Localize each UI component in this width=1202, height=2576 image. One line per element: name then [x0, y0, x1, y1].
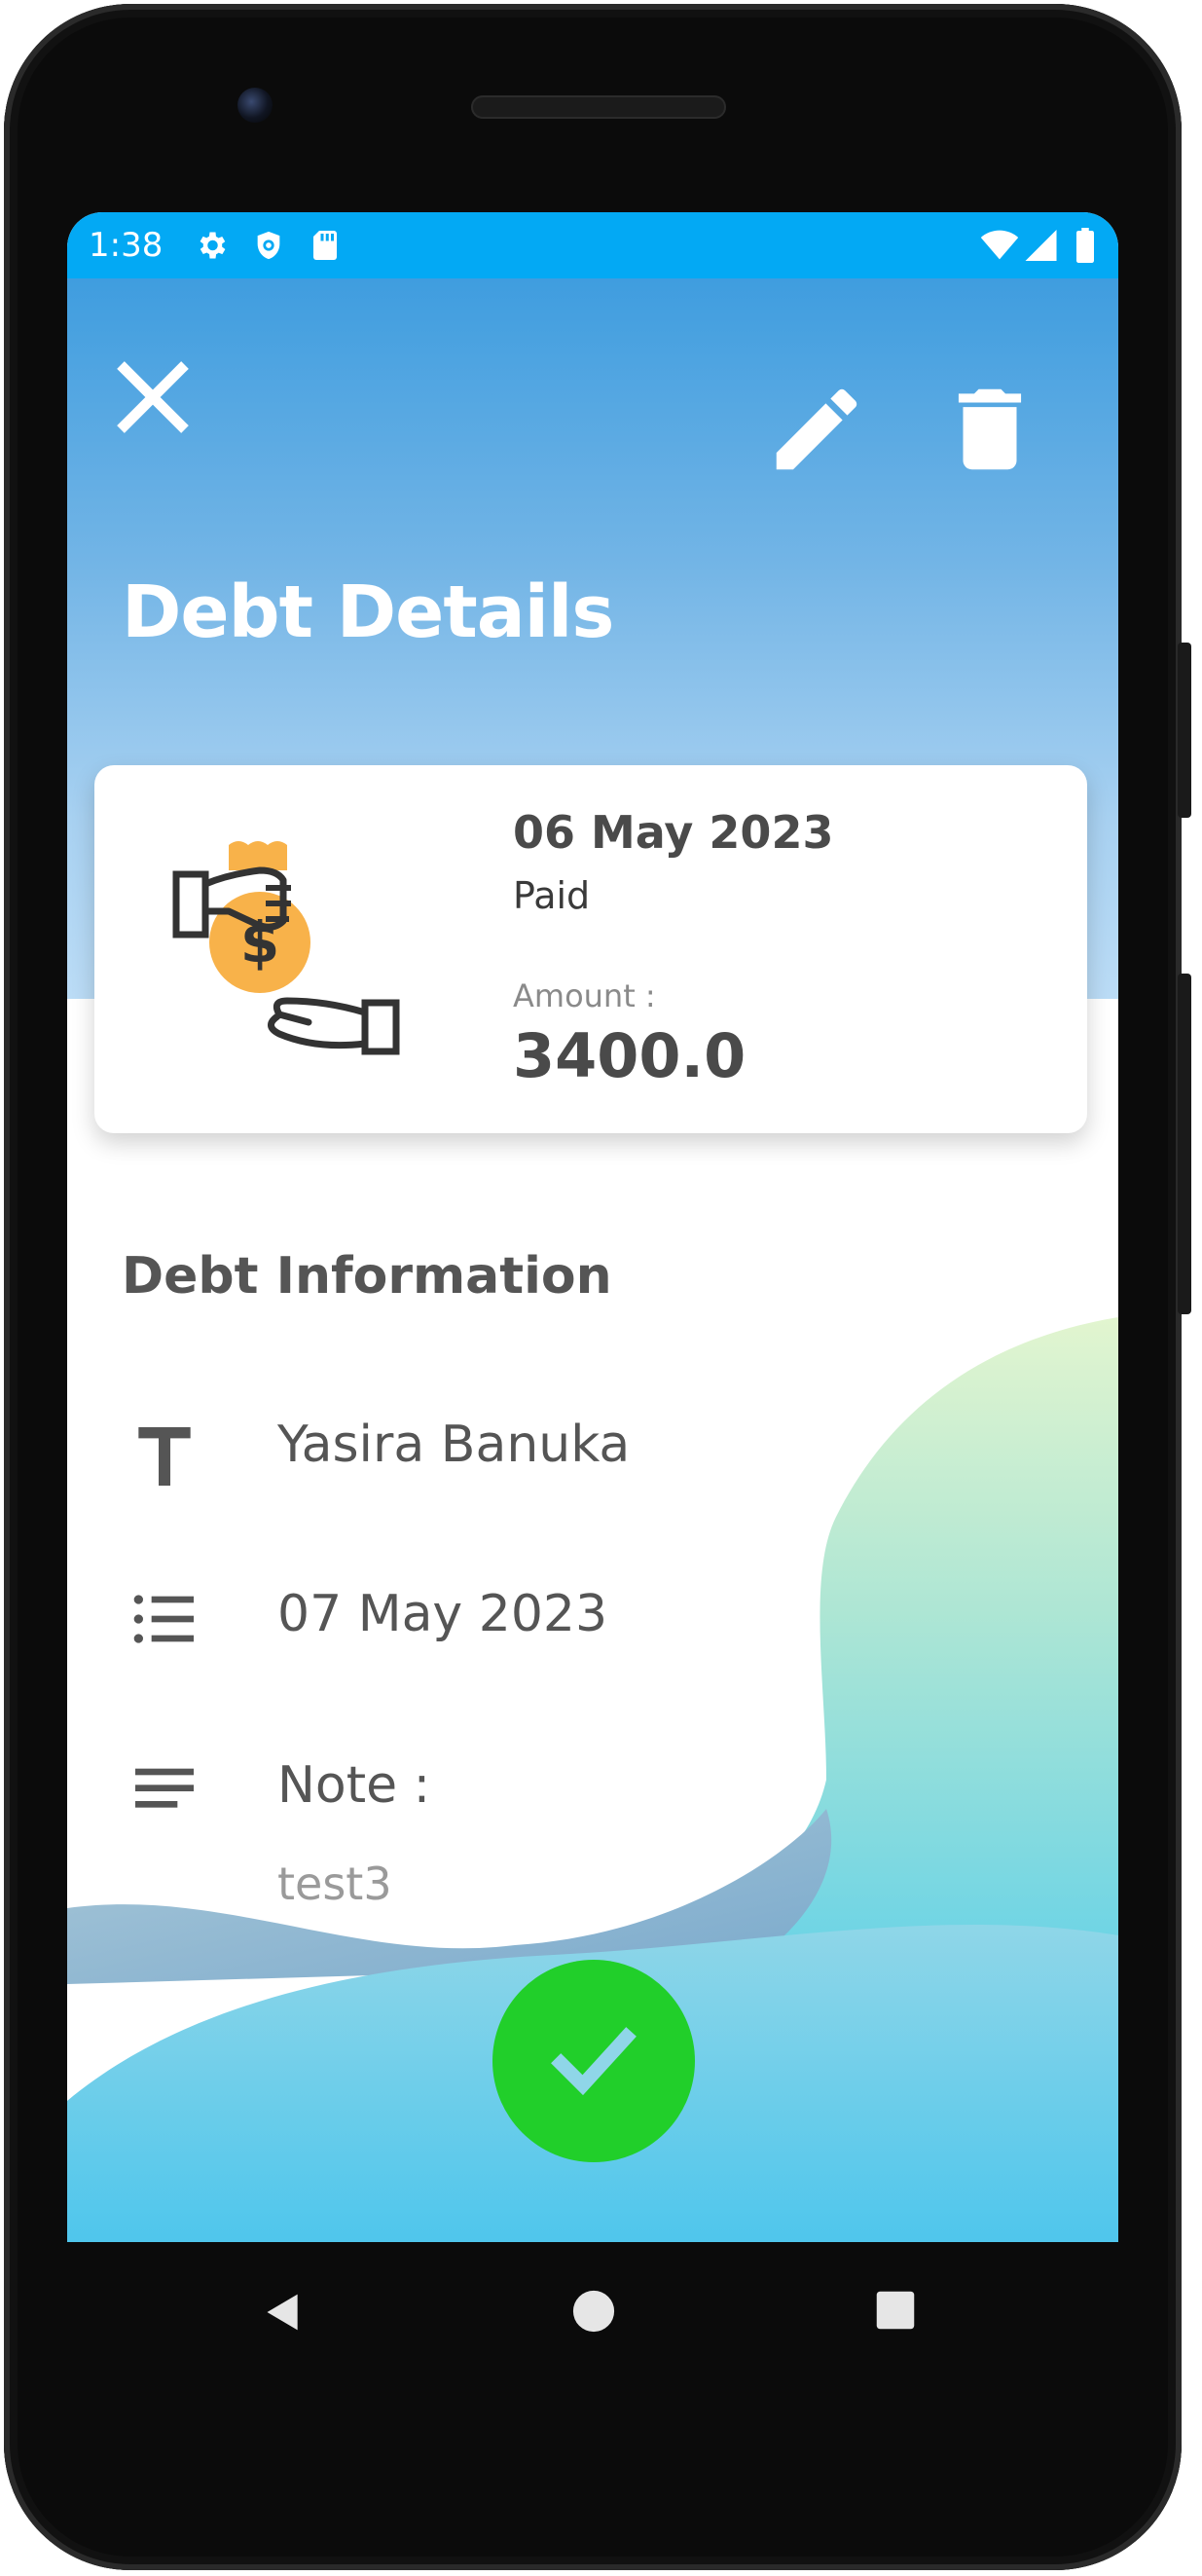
- status-badge: Paid: [513, 874, 591, 917]
- decorative-wave: [67, 1317, 1118, 2242]
- notes-icon: [135, 1768, 194, 1808]
- home-icon[interactable]: [571, 2289, 616, 2334]
- app-screen: 1:38 Debt Details $ 06 May 2023 Paid Amo…: [67, 212, 1118, 2242]
- front-camera: [237, 88, 273, 123]
- money-bag-hand-icon: $: [172, 841, 400, 1055]
- amount-label: Amount :: [513, 977, 656, 1014]
- text-format-icon: [138, 1427, 191, 1486]
- gear-icon: [200, 232, 226, 259]
- debt-date: 06 May 2023: [513, 806, 834, 859]
- earpiece-speaker: [471, 95, 726, 119]
- edit-icon[interactable]: [763, 376, 870, 483]
- section-title: Debt Information: [122, 1247, 612, 1306]
- due-date: 07 May 2023: [277, 1585, 608, 1643]
- note-value: test3: [277, 1858, 392, 1910]
- debtor-name: Yasira Banuka: [277, 1416, 631, 1474]
- wifi-icon: [980, 230, 1019, 260]
- close-icon[interactable]: [104, 349, 201, 446]
- list-icon: [133, 1595, 194, 1643]
- delete-icon[interactable]: [936, 376, 1043, 483]
- page-title: Debt Details: [122, 570, 614, 654]
- signal-icon: [1025, 230, 1057, 261]
- status-time: 1:38: [89, 226, 164, 265]
- debt-summary-card: $ 06 May 2023 Paid Amount : 3400.0: [94, 765, 1087, 1133]
- note-label: Note :: [277, 1756, 431, 1815]
- status-bar: 1:38: [67, 212, 1118, 278]
- check-icon: [551, 2027, 637, 2096]
- mark-paid-button[interactable]: [492, 1960, 695, 2162]
- shield-icon: [257, 231, 280, 260]
- system-navigation-bar: [67, 2242, 1118, 2378]
- back-icon[interactable]: [262, 2291, 305, 2334]
- sd-card-icon: [313, 231, 337, 260]
- amount-value: 3400.0: [513, 1020, 747, 1091]
- power-button: [1178, 643, 1191, 818]
- battery-icon: [1076, 228, 1094, 263]
- recents-icon[interactable]: [875, 2290, 916, 2331]
- volume-button: [1178, 974, 1191, 1314]
